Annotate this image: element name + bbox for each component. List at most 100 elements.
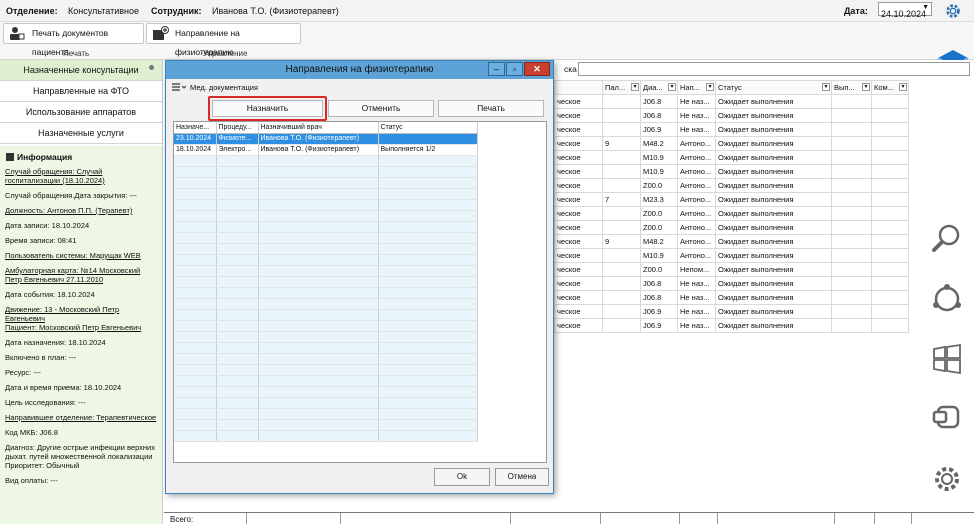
- table-cell: [831, 136, 872, 151]
- table-cell: [871, 304, 909, 319]
- empty-cell: [216, 188, 259, 200]
- table-cell: ческое: [554, 262, 603, 277]
- table-row[interactable]: ческое J06.8 Не наз... Ожидает выполнения: [554, 290, 909, 305]
- info-line[interactable]: Амбулаторная карта: №14 Московский Петр …: [5, 266, 157, 284]
- nav-item-consultations[interactable]: Назначенные консультации: [0, 60, 162, 81]
- table-row[interactable]: ческое Z00.0 Антоно... Ожидает выполнения: [554, 178, 909, 193]
- table-row[interactable]: ческое 9 M48.2 Антоно... Ожидает выполнения: [554, 136, 909, 151]
- nav-item-devices[interactable]: Использование аппаратов: [0, 102, 162, 123]
- empty-cell: [216, 375, 259, 387]
- info-line[interactable]: Должность: Антонов П.П. (Терапевт): [5, 206, 157, 215]
- empty-row: [174, 320, 478, 332]
- nav-item-label: Назначенные услуги: [38, 128, 124, 138]
- cancel-button[interactable]: Отмена: [495, 468, 549, 486]
- column-header[interactable]: Назначе...: [174, 122, 217, 134]
- table-cell: Не наз...: [677, 108, 716, 123]
- table-row[interactable]: ческое J06.9 Не наз... Ожидает выполнения: [554, 304, 909, 319]
- info-line[interactable]: Направившее отделение: Терапевтическое: [5, 413, 157, 422]
- table-cell: 23.10.2024: [174, 133, 217, 145]
- column-header[interactable]: Нап... ▾: [677, 80, 716, 95]
- table-cell: Не наз...: [677, 94, 716, 109]
- empty-cell: [216, 353, 259, 365]
- table-cell: [602, 150, 641, 165]
- table-row[interactable]: ческое M10.9 Антоно... Ожидает выполнения: [554, 164, 909, 179]
- date-picker[interactable]: 24.10.2024 ▼: [878, 2, 932, 19]
- table-cell: Ожидает выполнения: [715, 192, 832, 207]
- column-header[interactable]: Статус ▾: [715, 80, 832, 95]
- table-row[interactable]: ческое 9 M48.2 Антоно... Ожидает выполнения: [554, 234, 909, 249]
- empty-cell: [258, 166, 379, 178]
- filter-icon[interactable]: ▾: [822, 83, 830, 91]
- nav-item-services[interactable]: Назначенные услуги: [0, 123, 162, 144]
- empty-row: [174, 408, 478, 420]
- filter-icon[interactable]: ▾: [862, 83, 870, 91]
- column-header[interactable]: Назначивший врач: [258, 122, 379, 134]
- filter-icon[interactable]: ▾: [706, 83, 714, 91]
- network-icon[interactable]: [930, 282, 964, 316]
- table-row[interactable]: ческое J06.8 Не наз... Ожидает выполнения: [554, 108, 909, 123]
- table-row[interactable]: ческое J06.8 Не наз... Ожидает выполнения: [554, 94, 909, 109]
- close-button[interactable]: ✕: [524, 62, 550, 76]
- table-row[interactable]: ческое Z00.0 Антоно... Ожидает выполнения: [554, 206, 909, 221]
- settings-icon[interactable]: [930, 462, 964, 496]
- table-cell: Z00.0: [640, 220, 678, 235]
- table-row[interactable]: ческое M10.9 Антоно... Ожидает выполнения: [554, 248, 909, 263]
- filter-icon[interactable]: ▾: [631, 83, 639, 91]
- filter-icon[interactable]: ▾: [899, 83, 907, 91]
- table-row[interactable]: ческое J06.9 Не наз... Ожидает выполнения: [554, 318, 909, 333]
- column-header[interactable]: Диа... ▾: [640, 80, 678, 95]
- column-header[interactable]: Процеду...: [216, 122, 259, 134]
- table-row[interactable]: ческое 7 M23.3 Антоно... Ожидает выполнения: [554, 192, 909, 207]
- device-icon[interactable]: [930, 400, 964, 434]
- info-line[interactable]: Движение: 13 - Московский Петр Евгеньеви…: [5, 305, 157, 332]
- table-cell: Антоно...: [677, 192, 716, 207]
- column-header[interactable]: Ком... ▾: [871, 80, 909, 95]
- empty-cell: [216, 177, 259, 189]
- column-header[interactable]: Пал... ▾: [602, 80, 641, 95]
- table-row[interactable]: ческое Z00.0 Непом... Ожидает выполнения: [554, 262, 909, 277]
- print-patient-docs-button[interactable]: Печать документов пациента: [3, 23, 144, 57]
- minimize-button[interactable]: –: [488, 62, 505, 76]
- column-header[interactable]: [554, 80, 603, 95]
- physio-referral-button[interactable]: Направление на физиотерапию: [146, 23, 301, 57]
- gear-icon[interactable]: [944, 2, 962, 20]
- empty-row: [174, 243, 478, 255]
- empty-cell: [216, 232, 259, 244]
- column-header-label: Вып...: [834, 83, 855, 92]
- search-input[interactable]: [578, 62, 970, 76]
- empty-cell: [378, 364, 478, 376]
- print-button[interactable]: Печать: [438, 100, 544, 117]
- empty-cell: [378, 210, 478, 222]
- column-header[interactable]: Статус: [378, 122, 478, 134]
- filter-icon[interactable]: ▾: [668, 83, 676, 91]
- dialog-title-bar[interactable]: Направления на физиотерапию – ▫ ✕: [166, 61, 553, 79]
- referral-row[interactable]: 18.10.2024 Электро... Иванова Т.О. (Физиот…: [174, 144, 478, 156]
- table-cell: ческое: [554, 94, 603, 109]
- unassign-button[interactable]: Отменить: [328, 100, 434, 117]
- info-panel: Информация Случай обращения: Случай госп…: [0, 146, 163, 524]
- table-cell: ческое: [554, 150, 603, 165]
- empty-cell: [216, 298, 259, 310]
- empty-cell: [174, 331, 217, 343]
- ok-button-label: Ok: [456, 472, 468, 481]
- table-cell: [871, 192, 909, 207]
- maximize-button[interactable]: ▫: [506, 62, 523, 76]
- table-row[interactable]: ческое M10.9 Антоно... Ожидает выполнения: [554, 150, 909, 165]
- empty-row: [174, 375, 478, 387]
- referral-row[interactable]: 23.10.2024 Физиоте... Иванова Т.О. (Физиот…: [174, 133, 478, 145]
- table-row[interactable]: ческое Z00.0 Антоно... Ожидает выполнения: [554, 220, 909, 235]
- info-line[interactable]: Пользователь системы: Марущак WEB: [5, 251, 157, 260]
- search-icon[interactable]: [930, 222, 964, 256]
- empty-row: [174, 386, 478, 398]
- table-row[interactable]: ческое J06.9 Не наз... Ожидает выполнения: [554, 122, 909, 137]
- windows-icon[interactable]: [930, 342, 964, 376]
- info-line[interactable]: Случай обращения: Случай госпитализации …: [5, 167, 157, 185]
- empty-cell: [216, 199, 259, 211]
- table-row[interactable]: ческое J06.8 Не наз... Ожидает выполнения: [554, 276, 909, 291]
- empty-cell: [378, 320, 478, 332]
- med-docs-menu[interactable]: Мед. документация: [170, 81, 551, 94]
- ok-button[interactable]: Ok: [434, 468, 490, 486]
- column-header[interactable]: Вып... ▾: [831, 80, 872, 95]
- nav-item-fto[interactable]: Направленные на ФТО: [0, 81, 162, 102]
- empty-cell: [378, 408, 478, 420]
